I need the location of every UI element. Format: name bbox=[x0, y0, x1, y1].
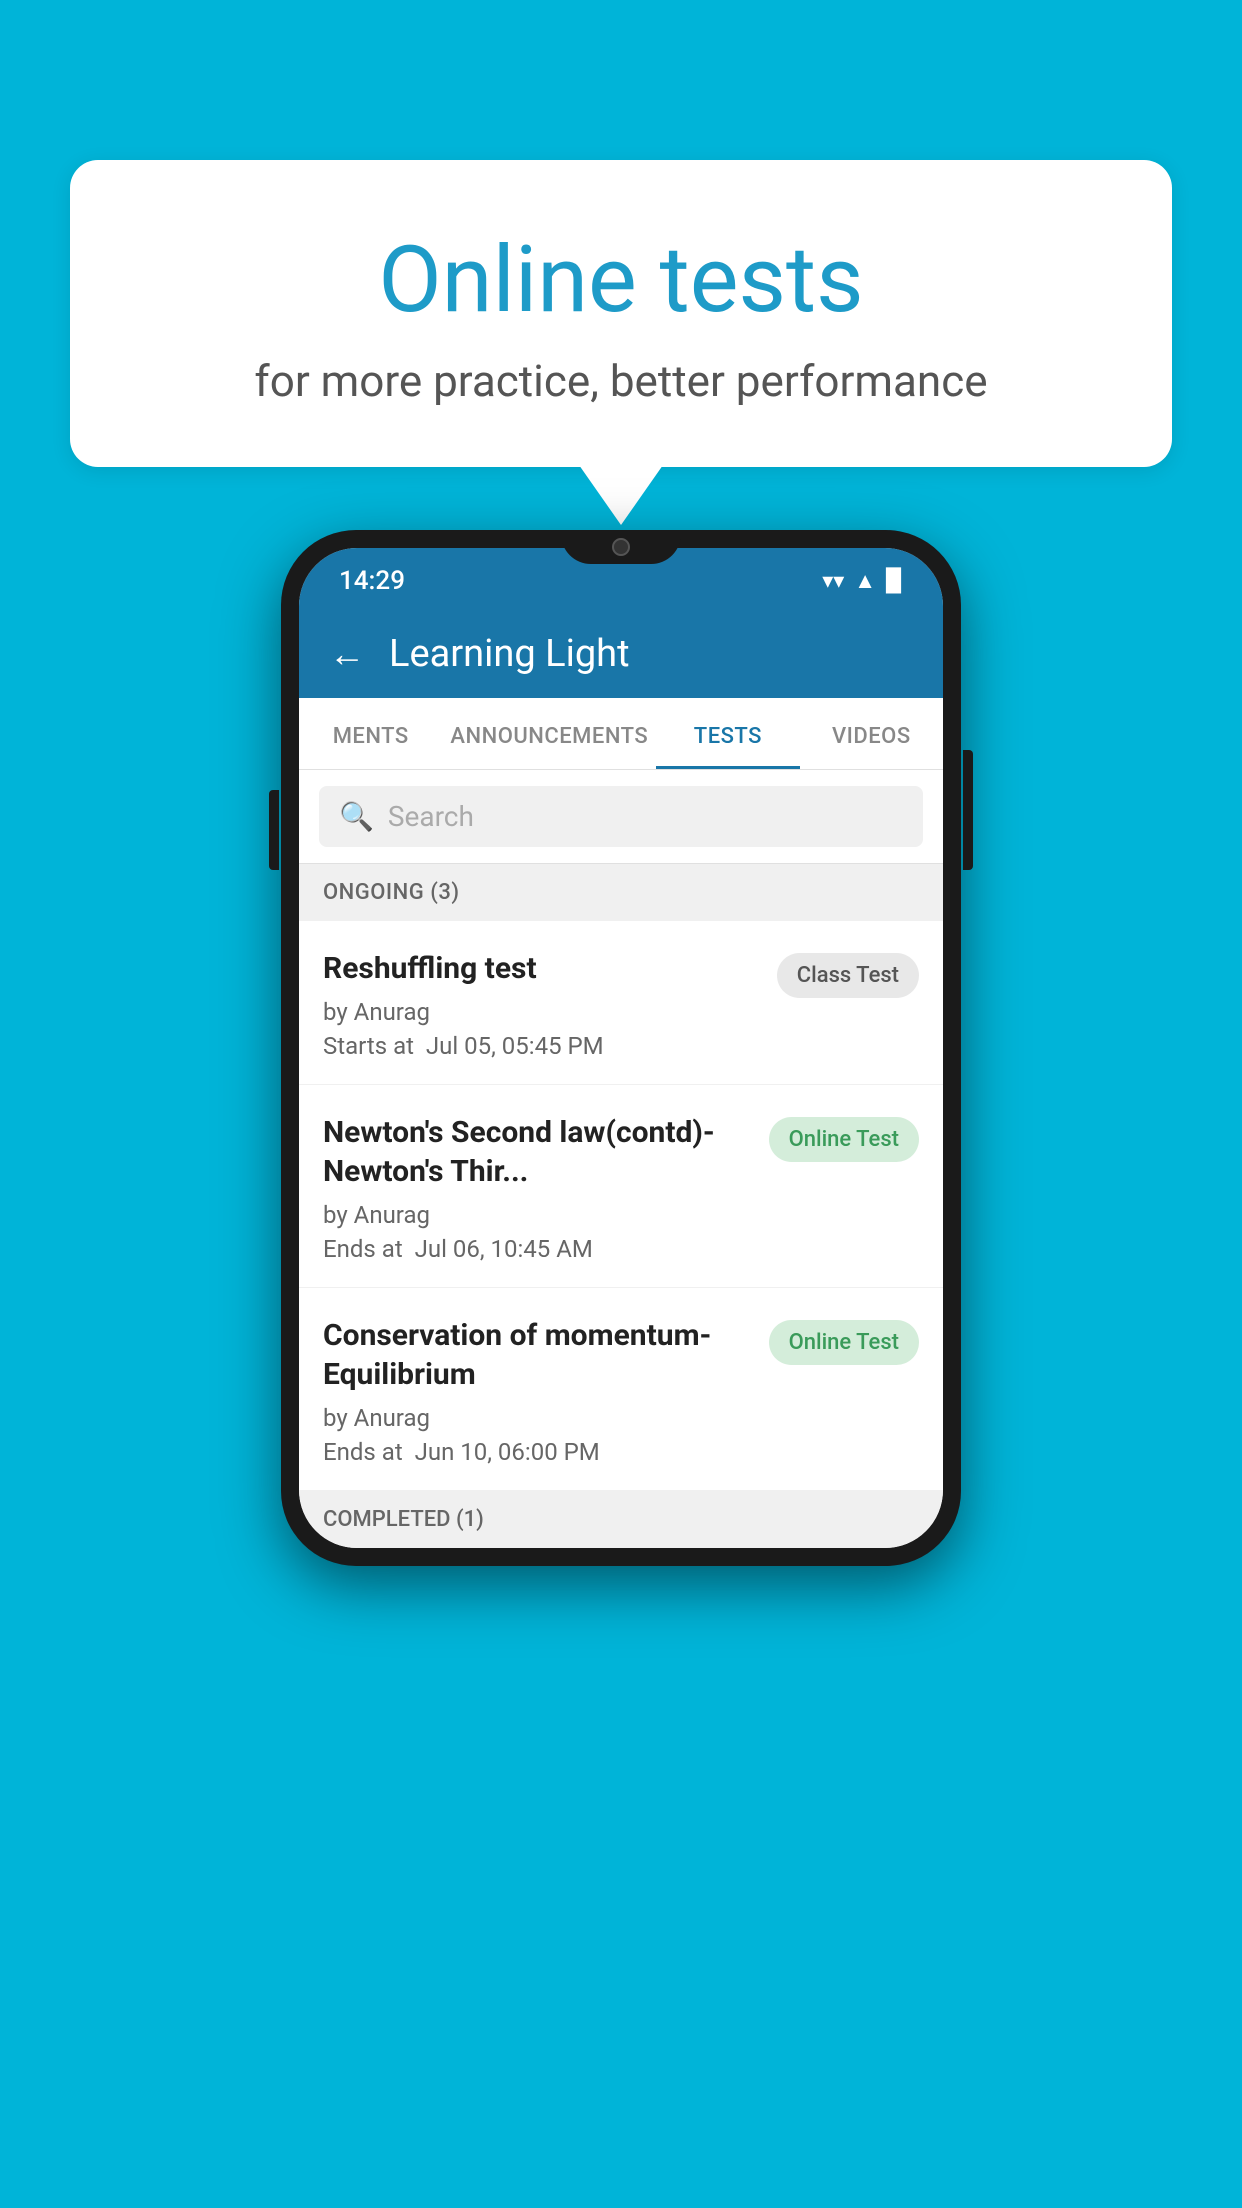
test-info: Conservation of momentum-Equilibrium by … bbox=[323, 1316, 749, 1466]
ongoing-section-title: ONGOING (3) bbox=[323, 880, 460, 905]
test-badge-online: Online Test bbox=[769, 1117, 919, 1162]
test-info: Newton's Second law(contd)-Newton's Thir… bbox=[323, 1113, 749, 1263]
promo-subtitle: for more practice, better performance bbox=[150, 355, 1092, 407]
search-container: 🔍 Search bbox=[299, 770, 943, 864]
search-icon: 🔍 bbox=[339, 800, 374, 833]
test-info: Reshuffling test by Anurag Starts at Jul… bbox=[323, 949, 757, 1060]
status-icons: ▾▾ ▲ ▉ bbox=[822, 568, 903, 594]
test-item[interactable]: Reshuffling test by Anurag Starts at Jul… bbox=[299, 921, 943, 1085]
test-by: by Anurag bbox=[323, 998, 757, 1026]
back-button[interactable]: ← bbox=[329, 633, 365, 675]
test-by: by Anurag bbox=[323, 1404, 749, 1432]
tabs-bar: MENTS ANNOUNCEMENTS TESTS VIDEOS bbox=[299, 698, 943, 770]
test-name: Conservation of momentum-Equilibrium bbox=[323, 1316, 749, 1394]
ongoing-section-header: ONGOING (3) bbox=[299, 864, 943, 921]
test-badge-online: Online Test bbox=[769, 1320, 919, 1365]
phone-device: 14:29 ▾▾ ▲ ▉ ← Learning Light MENTS ANNO… bbox=[281, 530, 961, 1566]
promo-section: Online tests for more practice, better p… bbox=[70, 160, 1172, 525]
phone-outer: 14:29 ▾▾ ▲ ▉ ← Learning Light MENTS ANNO… bbox=[281, 530, 961, 1566]
completed-section-header: COMPLETED (1) bbox=[299, 1491, 943, 1548]
app-title: Learning Light bbox=[389, 632, 630, 676]
tab-announcements[interactable]: ANNOUNCEMENTS bbox=[442, 698, 656, 769]
search-bar[interactable]: 🔍 Search bbox=[319, 786, 923, 847]
tab-ments[interactable]: MENTS bbox=[299, 698, 442, 769]
phone-notch bbox=[561, 530, 681, 564]
test-date: Starts at Jul 05, 05:45 PM bbox=[323, 1032, 757, 1060]
status-time: 14:29 bbox=[339, 566, 405, 596]
signal-icon: ▲ bbox=[854, 568, 876, 594]
battery-icon: ▉ bbox=[886, 569, 903, 594]
test-name: Newton's Second law(contd)-Newton's Thir… bbox=[323, 1113, 749, 1191]
test-date: Ends at Jun 10, 06:00 PM bbox=[323, 1438, 749, 1466]
tab-videos[interactable]: VIDEOS bbox=[800, 698, 943, 769]
tab-tests[interactable]: TESTS bbox=[656, 698, 799, 769]
speech-bubble: Online tests for more practice, better p… bbox=[70, 160, 1172, 467]
test-item[interactable]: Newton's Second law(contd)-Newton's Thir… bbox=[299, 1085, 943, 1288]
front-camera bbox=[612, 538, 630, 556]
promo-title: Online tests bbox=[150, 230, 1092, 331]
wifi-icon: ▾▾ bbox=[822, 569, 844, 594]
search-input[interactable]: Search bbox=[388, 800, 474, 833]
speech-bubble-pointer bbox=[579, 465, 663, 525]
app-bar: ← Learning Light bbox=[299, 610, 943, 698]
test-date: Ends at Jul 06, 10:45 AM bbox=[323, 1235, 749, 1263]
phone-screen: 14:29 ▾▾ ▲ ▉ ← Learning Light MENTS ANNO… bbox=[299, 548, 943, 1548]
test-list: Reshuffling test by Anurag Starts at Jul… bbox=[299, 921, 943, 1491]
test-name: Reshuffling test bbox=[323, 949, 757, 988]
test-by: by Anurag bbox=[323, 1201, 749, 1229]
test-item[interactable]: Conservation of momentum-Equilibrium by … bbox=[299, 1288, 943, 1491]
test-badge-class: Class Test bbox=[777, 953, 919, 998]
completed-section-title: COMPLETED (1) bbox=[323, 1507, 484, 1532]
